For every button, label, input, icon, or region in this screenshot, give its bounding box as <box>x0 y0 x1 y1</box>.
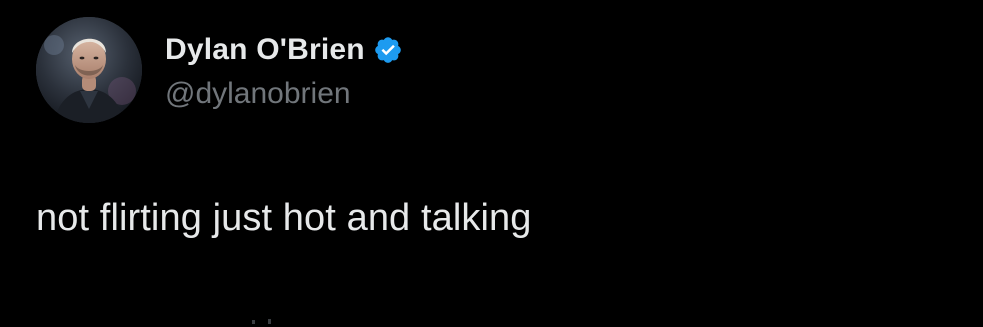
cropped-text-fragment <box>252 319 271 324</box>
author-avatar[interactable] <box>36 17 142 123</box>
tweet-text: not flirting just hot and talking <box>36 197 532 239</box>
profile-photo-icon <box>36 17 142 123</box>
verified-badge-icon[interactable] <box>373 35 403 65</box>
author-display-name[interactable]: Dylan O'Brien <box>165 28 365 72</box>
tweet-card: Dylan O'Brien @dylanobrien not flirting … <box>0 0 983 327</box>
author-handle[interactable]: @dylanobrien <box>165 74 351 114</box>
author-name-row: Dylan O'Brien <box>165 28 403 72</box>
